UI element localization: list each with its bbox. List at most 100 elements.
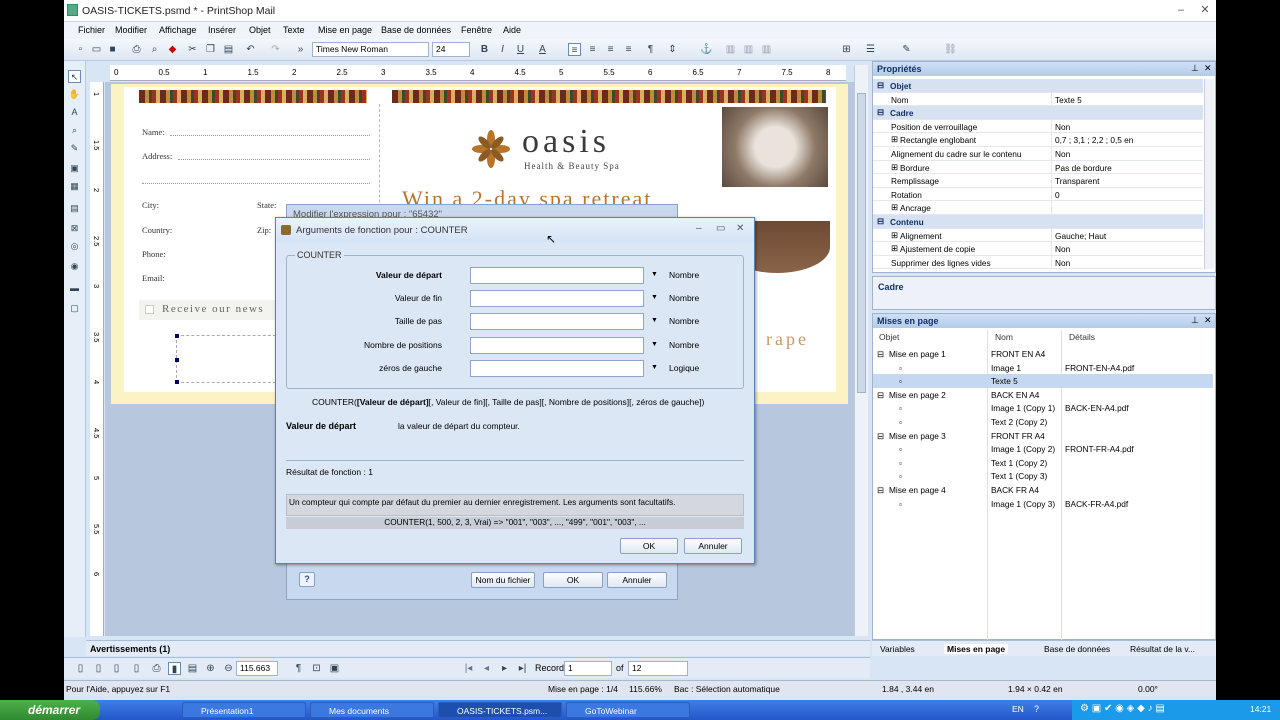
scroll-thumb[interactable] [857, 93, 866, 393]
column-nom[interactable]: Nom [995, 332, 1013, 342]
tree-row[interactable]: ⊟ Mise en page 4 BACK FR A4 [873, 483, 1213, 497]
tree-row[interactable]: ▫ Image 1 (Copy 2) FRONT-FR-A4.pdf [873, 442, 1213, 456]
hand-tool-icon[interactable]: ✋ [68, 88, 81, 101]
collapse-icon[interactable]: ⊟ [877, 485, 884, 495]
minimize-icon[interactable]: – [1174, 3, 1188, 17]
property-value[interactable]: 0,7 ; 3,1 ; 2,2 ; 0,5 en [1055, 135, 1133, 145]
property-row[interactable]: Supprimer des lignes vides Non [873, 255, 1203, 270]
tree-row[interactable]: ▫ Image 1 (Copy 3) BACK-FR-A4.pdf [873, 497, 1213, 511]
menu-affichage[interactable]: Affichage [159, 25, 196, 35]
chevron-down-icon[interactable]: ▼ [651, 341, 658, 348]
link-icon[interactable]: ⛓ [944, 43, 957, 56]
pdf-icon[interactable]: ◆ [166, 43, 179, 56]
undo-icon[interactable]: ↶ [244, 43, 257, 56]
selection-handle[interactable] [175, 358, 179, 362]
save-icon[interactable]: ■ [106, 43, 119, 56]
start-button[interactable]: démarrer [0, 700, 100, 720]
page-view-icon[interactable]: ▮ [168, 662, 181, 675]
arrange-icon[interactable]: ▥ [760, 43, 773, 56]
expand-icon[interactable]: ⊞ [891, 134, 898, 144]
chevron-down-icon[interactable]: ▼ [651, 364, 658, 371]
help-tray-icon[interactable]: ? [1034, 704, 1039, 714]
align-center-icon[interactable]: ≡ [586, 43, 599, 56]
ok-button[interactable]: OK [543, 572, 603, 588]
fit-icon[interactable]: ▤ [186, 662, 199, 675]
argument-input[interactable] [470, 267, 644, 284]
property-row[interactable]: Nom Texte 5 [873, 92, 1203, 107]
frame-tool-icon[interactable]: ▦ [68, 180, 81, 193]
cut-icon[interactable]: ✂ [186, 43, 199, 56]
target-tool-icon[interactable]: ◉ [68, 260, 81, 273]
paragraph-icon[interactable]: ¶ [644, 43, 657, 56]
zoom-tool-icon[interactable]: ⌕ [68, 124, 81, 137]
close-icon[interactable]: ✕ [1204, 315, 1212, 326]
anchor-icon[interactable]: ⚓ [700, 43, 713, 56]
property-value[interactable]: Non [1055, 244, 1070, 254]
font-size-combo[interactable]: 24 [432, 42, 470, 57]
menu-texte[interactable]: Texte [283, 25, 305, 35]
argument-input[interactable] [470, 336, 644, 354]
properties-scrollbar[interactable] [1204, 79, 1214, 269]
view-icon[interactable]: ▯ [92, 662, 105, 675]
preview-icon[interactable]: ⌕ [148, 43, 161, 56]
barcode-tool-icon[interactable]: ▬ [68, 282, 81, 295]
menu-modifier[interactable]: Modifier [115, 25, 147, 35]
property-value[interactable]: 0 [1055, 190, 1060, 200]
redo-icon[interactable]: ↷ [269, 43, 282, 56]
paste-icon[interactable]: ▤ [222, 43, 235, 56]
argument-input[interactable] [470, 313, 644, 331]
print-icon[interactable]: ⎙ [130, 43, 143, 56]
close-icon[interactable]: ✕ [736, 223, 744, 234]
property-row[interactable]: Alignement du cadre sur le contenu Non [873, 147, 1203, 161]
property-group[interactable]: ⊟ Cadre [873, 106, 1203, 120]
tree-row[interactable]: ⊟ Mise en page 1 FRONT EN A4 [873, 347, 1213, 361]
tab-mises-en-page[interactable]: Mises en page [944, 644, 1009, 654]
pin-icon[interactable]: ⊥ [1191, 315, 1199, 326]
zoom-in-icon[interactable]: ⊕ [204, 662, 217, 675]
line-color-icon[interactable]: ✎ [900, 43, 913, 56]
collapse-icon[interactable]: ⊟ [877, 349, 884, 359]
view-icon[interactable]: ▯ [110, 662, 123, 675]
task-presentation[interactable]: Présentation1 [182, 702, 306, 718]
menu-mise-en-page[interactable]: Mise en page [318, 25, 372, 35]
menu-objet[interactable]: Objet [249, 25, 271, 35]
align-right-icon[interactable]: ≡ [604, 43, 617, 56]
property-value[interactable]: Non [1055, 258, 1070, 268]
selection-handle[interactable] [175, 334, 179, 338]
first-record-icon[interactable]: |◂ [462, 662, 475, 675]
collapse-icon[interactable]: ⊟ [877, 431, 884, 441]
property-value[interactable]: Texte 5 [1055, 95, 1082, 105]
tree-row[interactable]: ⊟ Mise en page 3 FRONT FR A4 [873, 429, 1213, 443]
property-value[interactable]: Gauche; Haut [1055, 231, 1106, 241]
property-row[interactable]: Rotation 0 [873, 187, 1203, 202]
property-group[interactable]: ⊟ Contenu [873, 215, 1203, 229]
view-icon[interactable]: ▯ [74, 662, 87, 675]
copy-icon[interactable]: ❐ [204, 43, 217, 56]
menu-aide[interactable]: Aide [503, 25, 521, 35]
justify-icon[interactable]: ≡ [622, 43, 635, 56]
distribute-icon[interactable]: ▥ [742, 43, 755, 56]
cancel-button[interactable]: Annuler [607, 572, 667, 588]
property-row[interactable]: ⊞ Ajustement de copie Non [873, 242, 1203, 256]
expand-icon[interactable]: ⊞ [891, 230, 898, 240]
view-icon[interactable]: ▯ [130, 662, 143, 675]
property-group[interactable]: ⊟ Objet [873, 79, 1203, 93]
selected-text-frame[interactable] [175, 334, 276, 384]
line-weight-icon[interactable]: ☰ [864, 43, 877, 56]
property-value[interactable]: Non [1055, 122, 1070, 132]
argument-input[interactable] [470, 290, 644, 308]
tray-icons[interactable]: ⚙ ▣ ✔ ◉ ◈ ◆ ♪ ▤ [1080, 703, 1165, 714]
pointer-tool-icon[interactable]: ↖ [68, 70, 81, 83]
expand-icon[interactable]: ⊞ [891, 243, 898, 253]
selection-handle[interactable] [175, 380, 179, 384]
font-color-icon[interactable]: A [536, 43, 549, 56]
property-value[interactable]: Pas de bordure [1055, 163, 1112, 173]
circle-tool-icon[interactable]: ◎ [68, 240, 81, 253]
toolbar-overflow-icon[interactable]: » [294, 43, 307, 56]
ok-button[interactable]: OK [620, 538, 678, 554]
property-value[interactable]: Non [1055, 149, 1070, 159]
property-value[interactable]: Transparent [1055, 176, 1099, 186]
tree-row[interactable]: ▫ Image 1 FRONT-EN-A4.pdf [873, 361, 1213, 375]
data-view-icon[interactable]: ⊡ [310, 662, 323, 675]
italic-icon[interactable]: I [496, 43, 509, 56]
